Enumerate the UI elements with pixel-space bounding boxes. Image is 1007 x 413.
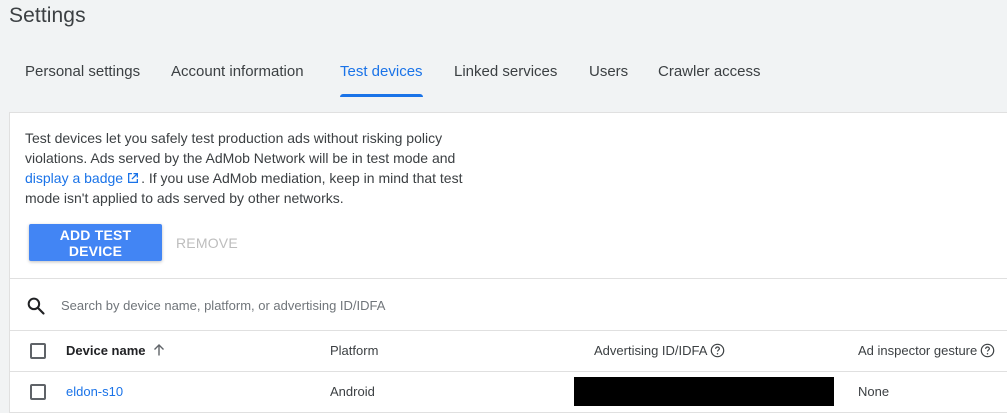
column-header-ad-inspector-gesture: Ad inspector gesture bbox=[858, 331, 995, 371]
table-row: eldon-s10 Android None bbox=[10, 372, 1007, 413]
device-name-cell: eldon-s10 bbox=[66, 372, 123, 412]
page-title: Settings bbox=[9, 4, 86, 27]
test-devices-card: Test devices let you safely test product… bbox=[9, 112, 1007, 413]
ad-inspector-gesture-cell: None bbox=[858, 384, 890, 399]
intro-text-before-link: Test devices let you safely test product… bbox=[25, 130, 456, 166]
display-badge-link-label: display a badge bbox=[25, 170, 124, 186]
search-input[interactable] bbox=[59, 289, 759, 321]
device-name-link[interactable]: eldon-s10 bbox=[66, 384, 123, 399]
tab-account-information[interactable]: Account information bbox=[171, 54, 304, 97]
tab-users[interactable]: Users bbox=[589, 54, 628, 97]
tab-crawler-access[interactable]: Crawler access bbox=[658, 54, 761, 97]
remove-button: REMOVE bbox=[170, 224, 242, 261]
column-header-platform: Platform bbox=[330, 343, 379, 358]
intro-text: Test devices let you safely test product… bbox=[25, 128, 475, 208]
help-icon[interactable] bbox=[710, 343, 725, 358]
search-bar bbox=[10, 278, 1007, 331]
help-icon[interactable] bbox=[980, 343, 995, 358]
redacted-advertising-id bbox=[574, 377, 834, 406]
tab-personal-settings[interactable]: Personal settings bbox=[25, 54, 140, 97]
display-badge-link[interactable]: display a badge bbox=[25, 170, 141, 186]
select-all-checkbox[interactable] bbox=[30, 343, 46, 359]
settings-tabs: Personal settings Account information Te… bbox=[0, 54, 1007, 97]
tab-linked-services[interactable]: Linked services bbox=[454, 54, 557, 97]
column-header-advertising-id: Advertising ID/IDFA bbox=[594, 331, 725, 371]
column-header-device-name-label: Device name bbox=[66, 343, 146, 358]
external-link-icon bbox=[128, 173, 139, 183]
column-header-device-name[interactable]: Device name bbox=[66, 331, 166, 371]
tab-test-devices[interactable]: Test devices bbox=[340, 54, 423, 97]
add-test-device-button[interactable]: ADD TEST DEVICE bbox=[29, 224, 162, 261]
row-checkbox[interactable] bbox=[30, 384, 46, 400]
search-icon bbox=[27, 297, 45, 315]
platform-cell: Android bbox=[330, 384, 375, 399]
table-header: Device name Platform Advertising ID/IDFA… bbox=[10, 331, 1007, 372]
arrow-up-icon[interactable] bbox=[152, 343, 166, 357]
column-header-ad-inspector-gesture-label: Ad inspector gesture bbox=[858, 343, 978, 358]
column-header-advertising-id-label: Advertising ID/IDFA bbox=[594, 343, 708, 358]
